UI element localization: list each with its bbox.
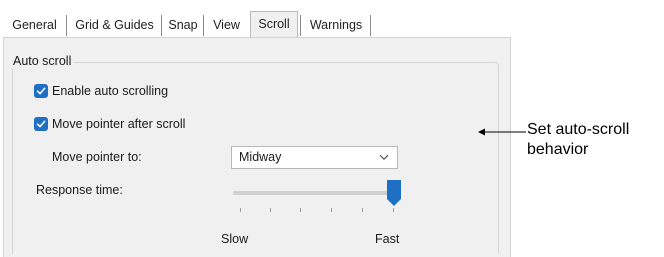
move-pointer-after-scroll-checkbox[interactable] bbox=[34, 117, 48, 131]
slider-max-label: Fast bbox=[375, 232, 400, 246]
slider-tick bbox=[240, 208, 241, 212]
enable-auto-scrolling-row[interactable]: Enable auto scrolling bbox=[34, 84, 168, 98]
move-pointer-to-label: Move pointer to: bbox=[52, 150, 142, 164]
slider-tick bbox=[270, 208, 271, 212]
tab-scroll[interactable]: Scroll bbox=[250, 11, 298, 37]
slider-tick bbox=[393, 208, 394, 212]
slider-tick bbox=[331, 208, 332, 212]
checkmark-icon bbox=[36, 87, 46, 95]
enable-auto-scrolling-label: Enable auto scrolling bbox=[52, 84, 169, 98]
tab-separator bbox=[300, 15, 301, 36]
callout-annotation: Set auto-scroll behavior bbox=[527, 120, 629, 160]
slider-tick bbox=[362, 208, 363, 212]
tab-grid-guides[interactable]: Grid & Guides bbox=[68, 13, 161, 36]
enable-auto-scrolling-checkbox[interactable] bbox=[34, 84, 48, 98]
move-pointer-after-scroll-row[interactable]: Move pointer after scroll bbox=[34, 117, 185, 131]
tab-general[interactable]: General bbox=[3, 13, 66, 36]
response-time-slider-fill bbox=[234, 192, 397, 194]
tab-view[interactable]: View bbox=[205, 13, 248, 36]
response-time-slider-track[interactable] bbox=[233, 191, 398, 195]
callout-annotation-line1: Set auto-scroll bbox=[527, 121, 630, 138]
move-pointer-after-scroll-label: Move pointer after scroll bbox=[52, 117, 186, 131]
callout-annotation-line2: behavior bbox=[527, 141, 589, 158]
tab-separator bbox=[370, 15, 371, 36]
move-pointer-to-value: Midway bbox=[239, 150, 282, 164]
slider-min-label: Slow bbox=[221, 232, 249, 246]
tab-warnings[interactable]: Warnings bbox=[302, 13, 370, 36]
move-pointer-to-select[interactable]: Midway bbox=[231, 146, 398, 169]
tab-separator bbox=[161, 15, 162, 36]
arrow-left-icon bbox=[478, 128, 526, 136]
chevron-down-icon bbox=[379, 154, 389, 161]
tab-separator bbox=[66, 15, 67, 36]
slider-tick bbox=[300, 208, 301, 212]
auto-scroll-group-label: Auto scroll bbox=[10, 54, 75, 68]
tab-snap[interactable]: Snap bbox=[163, 13, 203, 36]
response-time-slider-thumb[interactable] bbox=[387, 180, 401, 206]
checkmark-icon bbox=[36, 120, 46, 128]
response-time-label: Response time: bbox=[36, 183, 123, 197]
tab-separator bbox=[203, 15, 204, 36]
